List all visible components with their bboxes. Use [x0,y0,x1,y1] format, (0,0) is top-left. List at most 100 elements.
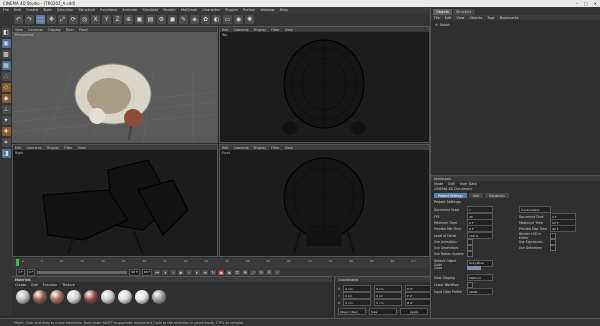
viewport-right[interactable]: Edit Cameras Display Filter View Right [12,144,218,257]
loop-icon[interactable]: ↻ [210,269,217,275]
document-scale-field[interactable]: 1 [467,206,493,213]
tab-info[interactable]: Info [469,193,484,198]
timeline-ruler[interactable]: 0 5 10 15 20 25 30 35 40 45 50 55 60 65 … [12,258,430,268]
workplane-icon[interactable]: ▦ [1,61,11,70]
live-selection-icon[interactable]: ⬚ [36,15,45,24]
snap-icon[interactable]: ✚ [1,127,11,136]
next-key-icon[interactable]: ▸ [194,269,201,275]
vp-menu-item[interactable]: Filter [64,146,72,150]
model-mode-icon[interactable]: ▣ [1,39,11,48]
minimize-button[interactable]: – [576,1,578,6]
vp-menu-item[interactable]: View [285,146,293,150]
pos-x-field[interactable]: 0 cm [343,285,372,292]
texture-mode-icon[interactable]: ▩ [1,50,11,59]
render-picture-icon[interactable]: ▤ [146,15,155,24]
menu-python[interactable]: Python [243,8,255,12]
vp-menu-item[interactable]: Cameras [234,28,249,32]
menu-structure[interactable]: Structure [78,8,95,12]
menu-plugins[interactable]: Plugins [225,8,238,12]
cube-icon[interactable]: ◼ [168,15,177,24]
max-frame-field[interactable]: 90 F [129,268,140,276]
size-z-field[interactable]: 0 cm [374,299,403,306]
om-menu-bookmarks[interactable]: Bookmarks [500,16,519,20]
enable-axis-icon[interactable]: ◨ [1,149,11,158]
vp-menu-item[interactable]: Edit [15,146,22,150]
preview-max-time-field[interactable]: 90 F [550,225,576,232]
rotation-key-icon[interactable]: ⟳ [258,269,265,275]
vp-menu-item[interactable]: View [285,28,293,32]
size-mode-select[interactable]: Size [369,308,397,315]
render-settings-icon[interactable]: ⚙ [157,15,166,24]
vp-menu-item[interactable]: View [78,146,86,150]
vp-menu-item[interactable]: Filter [66,28,74,32]
menu-edit[interactable]: Edit [14,8,21,12]
vp-menu-item[interactable]: Filter [271,146,279,150]
make-editable-icon[interactable]: ◧ [1,28,11,37]
apply-button[interactable]: Apply [400,308,428,315]
last-tool-icon[interactable]: ◎ [80,15,89,24]
materials-tab[interactable]: Materials [15,278,31,282]
menu-animate[interactable]: Animate [122,8,137,12]
vp-menu-item[interactable]: Panel [79,28,88,32]
color-swatch[interactable] [467,266,481,270]
pos-z-field[interactable]: 0 cm [343,299,372,306]
mat-menu-function[interactable]: Function [43,283,57,287]
scale-icon[interactable]: ⤢ [58,15,67,24]
vp-menu-item[interactable]: Edit [222,28,229,32]
object-row[interactable]: ⊕ Robot [435,23,450,27]
preview-min-time-field[interactable]: 0 F [467,225,493,232]
menu-selection[interactable]: Selection [57,8,74,12]
rot-p-field[interactable]: P 0° [404,292,433,299]
z-axis-icon[interactable]: Z [113,15,122,24]
prev-frame-icon[interactable]: ◃ [170,269,177,275]
tweak-mode-icon[interactable]: ✦ [1,116,11,125]
material-swatch[interactable] [84,290,98,304]
menu-simulate[interactable]: Simulate [142,8,158,12]
mat-menu-texture[interactable]: Texture [62,283,74,287]
material-swatch[interactable] [16,290,30,304]
level-of-detail-field[interactable]: 100 % [467,232,493,239]
use-deformers-checkbox[interactable] [550,245,556,251]
scale-unit-select[interactable]: Centimeters [519,206,551,213]
edges-mode-icon[interactable]: ◇ [1,83,11,92]
om-menu-view[interactable]: View [456,16,464,20]
go-to-end-icon[interactable]: ⏭ [202,269,209,275]
material-swatch[interactable] [118,290,132,304]
light-icon[interactable]: ✺ [245,15,254,24]
pla-key-icon[interactable]: ⁞ [274,269,281,275]
playhead[interactable] [16,259,19,266]
mat-menu-edit[interactable]: Edit [31,283,38,287]
render-view-icon[interactable]: ▣ [135,15,144,24]
size-x-field[interactable]: 0 cm [374,285,403,292]
vp-menu-item[interactable]: View [15,28,23,32]
rot-h-field[interactable]: H 0° [405,285,434,292]
polygons-mode-icon[interactable]: ◆ [1,94,11,103]
viewport-front[interactable]: Edit Cameras Display Filter View Front [219,144,430,257]
attr-menu-userdata[interactable]: User Data [460,182,477,186]
vp-menu-item[interactable]: Cameras [27,146,42,150]
scale-key-icon[interactable]: ⤢ [250,269,257,275]
tab-dynamics[interactable]: Dynamics [485,193,509,198]
go-to-start-icon[interactable]: ⏮ [154,269,161,275]
menu-character[interactable]: Character [202,8,220,12]
position-key-icon[interactable]: ✥ [242,269,249,275]
deformer-icon[interactable]: ◐ [212,15,221,24]
vp-menu-item[interactable]: Display [254,28,267,32]
workplane-lock-icon[interactable]: ⌗ [1,138,11,147]
vp-menu-item[interactable]: Cameras [234,146,249,150]
range-slider[interactable] [37,270,128,274]
array-icon[interactable]: ✿ [201,15,210,24]
tab-project-settings[interactable]: Project Settings [434,193,467,198]
axis-mode-icon[interactable]: ⊥ [1,105,11,114]
material-swatch[interactable] [101,290,115,304]
viewport-top[interactable]: Edit Cameras Display Filter View Top [219,26,430,143]
material-swatch[interactable] [67,290,81,304]
floor-icon[interactable]: ▭ [223,15,232,24]
vp-menu-item[interactable]: Display [47,146,60,150]
pos-y-field[interactable]: 0 cm [342,292,371,299]
play-icon[interactable]: ▶ [178,269,185,275]
vp-menu-item[interactable]: Display [48,28,61,32]
start-frame-field[interactable]: 0 F [16,268,25,276]
input-color-profile-select[interactable]: sRGB [467,288,493,295]
subdivision-icon[interactable]: ◈ [190,15,199,24]
